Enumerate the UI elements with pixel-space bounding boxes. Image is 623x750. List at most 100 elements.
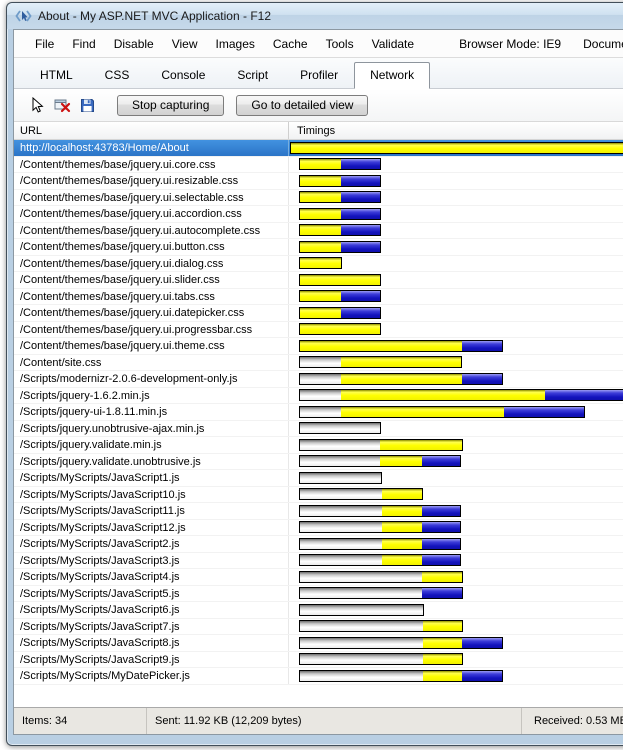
- request-row[interactable]: /Scripts/jquery-1.6.2.min.js: [14, 387, 623, 404]
- request-url: /Scripts/jquery-1.6.2.min.js: [14, 387, 289, 403]
- timing-bar: [299, 191, 381, 203]
- stop-capturing-button[interactable]: Stop capturing: [117, 94, 225, 116]
- timing-segment-yellow: [423, 670, 462, 681]
- request-timings-cell: [289, 239, 623, 255]
- request-url: /Scripts/jquery-ui-1.8.11.min.js: [14, 404, 289, 420]
- title-bar[interactable]: About - My ASP.NET MVC Application - F12: [7, 3, 623, 29]
- request-row[interactable]: /Scripts/MyScripts/JavaScript2.js: [14, 536, 623, 553]
- timing-segment-blue: [341, 307, 380, 318]
- request-row[interactable]: /Scripts/MyScripts/MyDatePicker.js: [14, 668, 623, 685]
- request-row[interactable]: /Content/themes/base/jquery.ui.dialog.cs…: [14, 255, 623, 272]
- request-row[interactable]: /Scripts/MyScripts/JavaScript5.js: [14, 585, 623, 602]
- timing-bar: [299, 636, 503, 649]
- request-row[interactable]: /Scripts/MyScripts/JavaScript4.js: [14, 569, 623, 586]
- timing-segment-gray: [300, 670, 423, 681]
- request-row[interactable]: /Content/themes/base/jquery.ui.button.cs…: [14, 239, 623, 256]
- request-url: /Scripts/jquery.validate.min.js: [14, 437, 289, 453]
- request-row[interactable]: /Content/themes/base/jquery.ui.theme.css: [14, 338, 623, 355]
- request-row[interactable]: /Content/themes/base/jquery.ui.slider.cs…: [14, 272, 623, 289]
- request-row[interactable]: /Scripts/MyScripts/JavaScript12.js: [14, 519, 623, 536]
- request-row[interactable]: /Scripts/MyScripts/JavaScript8.js: [14, 635, 623, 652]
- pointer-icon[interactable]: [28, 96, 46, 114]
- request-row[interactable]: /Scripts/MyScripts/JavaScript6.js: [14, 602, 623, 619]
- menu-bar: File Find Disable View Images Cache Tool…: [14, 30, 623, 58]
- timing-segment-gray: [300, 604, 423, 615]
- status-bar: Items: 34 Sent: 11.92 KB (12,209 bytes) …: [14, 707, 623, 734]
- request-row[interactable]: /Content/themes/base/jquery.ui.core.css: [14, 156, 623, 173]
- timing-segment-yellow: [300, 225, 341, 235]
- request-row[interactable]: /Content/site.css: [14, 354, 623, 371]
- request-url: /Content/themes/base/jquery.ui.tabs.css: [14, 288, 289, 304]
- timing-segment-yellow: [382, 522, 422, 532]
- request-timings-cell: [289, 487, 623, 503]
- timing-bar: [299, 438, 463, 451]
- request-timings-cell: [289, 503, 623, 519]
- timing-segment-blue: [341, 159, 380, 169]
- tab-network[interactable]: Network: [354, 62, 431, 89]
- client-area: File Find Disable View Images Cache Tool…: [13, 29, 623, 735]
- timing-segment-yellow: [300, 159, 341, 169]
- request-timings-cell: [289, 668, 623, 684]
- tab-console[interactable]: Console: [145, 62, 221, 89]
- browser-mode-menu[interactable]: Browser Mode: IE9: [459, 37, 561, 51]
- request-row[interactable]: /Content/themes/base/jquery.ui.tabs.css: [14, 288, 623, 305]
- request-url: /Content/site.css: [14, 354, 289, 370]
- request-row[interactable]: /Content/themes/base/jquery.ui.resizable…: [14, 173, 623, 190]
- save-icon[interactable]: [78, 96, 96, 114]
- menu-find[interactable]: Find: [63, 34, 104, 54]
- request-row[interactable]: /Content/themes/base/jquery.ui.selectabl…: [14, 189, 623, 206]
- request-url: /Scripts/jquery.validate.unobtrusive.js: [14, 453, 289, 469]
- timing-segment-yellow: [382, 489, 422, 499]
- request-row[interactable]: /Scripts/modernizr-2.0.6-development-onl…: [14, 371, 623, 388]
- clear-session-icon[interactable]: [53, 96, 71, 114]
- column-header-timings[interactable]: Timings: [289, 122, 623, 139]
- request-row[interactable]: /Scripts/jquery.validate.min.js: [14, 437, 623, 454]
- request-row[interactable]: /Scripts/MyScripts/JavaScript7.js: [14, 618, 623, 635]
- go-to-detailed-view-button[interactable]: Go to detailed view: [236, 94, 369, 116]
- timing-segment-yellow: [300, 324, 380, 334]
- menu-view[interactable]: View: [163, 34, 207, 54]
- menu-images[interactable]: Images: [207, 34, 264, 54]
- request-row[interactable]: /Scripts/MyScripts/JavaScript9.js: [14, 651, 623, 668]
- request-row[interactable]: http://localhost:43783/Home/About: [14, 140, 623, 157]
- menu-validate[interactable]: Validate: [363, 34, 423, 54]
- request-timings-cell: [289, 619, 623, 635]
- request-row[interactable]: /Scripts/MyScripts/JavaScript11.js: [14, 503, 623, 520]
- tab-profiler[interactable]: Profiler: [284, 62, 354, 89]
- request-row[interactable]: /Content/themes/base/jquery.ui.autocompl…: [14, 222, 623, 239]
- tab-html[interactable]: HTML: [24, 62, 89, 89]
- window-title: About - My ASP.NET MVC Application - F12: [38, 9, 271, 23]
- column-header-url[interactable]: URL: [14, 122, 289, 139]
- timing-bar: [299, 620, 463, 632]
- document-mode-menu[interactable]: Document Mode: IE9 standa: [583, 37, 623, 51]
- request-row[interactable]: /Scripts/jquery-ui-1.8.11.min.js: [14, 404, 623, 421]
- timing-segment-gray: [300, 423, 380, 433]
- request-row[interactable]: /Scripts/MyScripts/JavaScript3.js: [14, 552, 623, 569]
- request-row[interactable]: /Content/themes/base/jquery.ui.accordion…: [14, 206, 623, 223]
- request-row[interactable]: /Scripts/MyScripts/JavaScript10.js: [14, 486, 623, 503]
- timing-segment-blue: [422, 522, 460, 532]
- timing-bar: [299, 405, 585, 418]
- menu-disable[interactable]: Disable: [105, 34, 163, 54]
- request-row[interactable]: /Scripts/jquery.validate.unobtrusive.js: [14, 453, 623, 470]
- timing-bar: [299, 224, 381, 236]
- request-row[interactable]: /Content/themes/base/jquery.ui.progressb…: [14, 321, 623, 338]
- timing-bar: [299, 554, 461, 566]
- tab-script[interactable]: Script: [221, 62, 284, 89]
- menu-tools[interactable]: Tools: [317, 34, 363, 54]
- timing-segment-gray: [300, 621, 423, 631]
- timing-segment-blue: [341, 192, 380, 202]
- timing-segment-blue: [504, 406, 584, 417]
- timing-segment-yellow: [423, 654, 462, 664]
- request-row[interactable]: /Scripts/jquery.unobtrusive-ajax.min.js: [14, 420, 623, 437]
- tab-css[interactable]: CSS: [89, 62, 146, 89]
- timing-segment-yellow: [380, 439, 462, 450]
- request-row[interactable]: /Content/themes/base/jquery.ui.datepicke…: [14, 305, 623, 322]
- timing-bar: [299, 603, 424, 616]
- request-url: /Content/themes/base/jquery.ui.core.css: [14, 156, 289, 172]
- timing-segment-yellow: [300, 192, 341, 202]
- request-row[interactable]: /Scripts/MyScripts/JavaScript1.js: [14, 470, 623, 487]
- menu-cache[interactable]: Cache: [264, 34, 317, 54]
- menu-file[interactable]: File: [26, 34, 63, 54]
- timing-bar: [299, 471, 382, 484]
